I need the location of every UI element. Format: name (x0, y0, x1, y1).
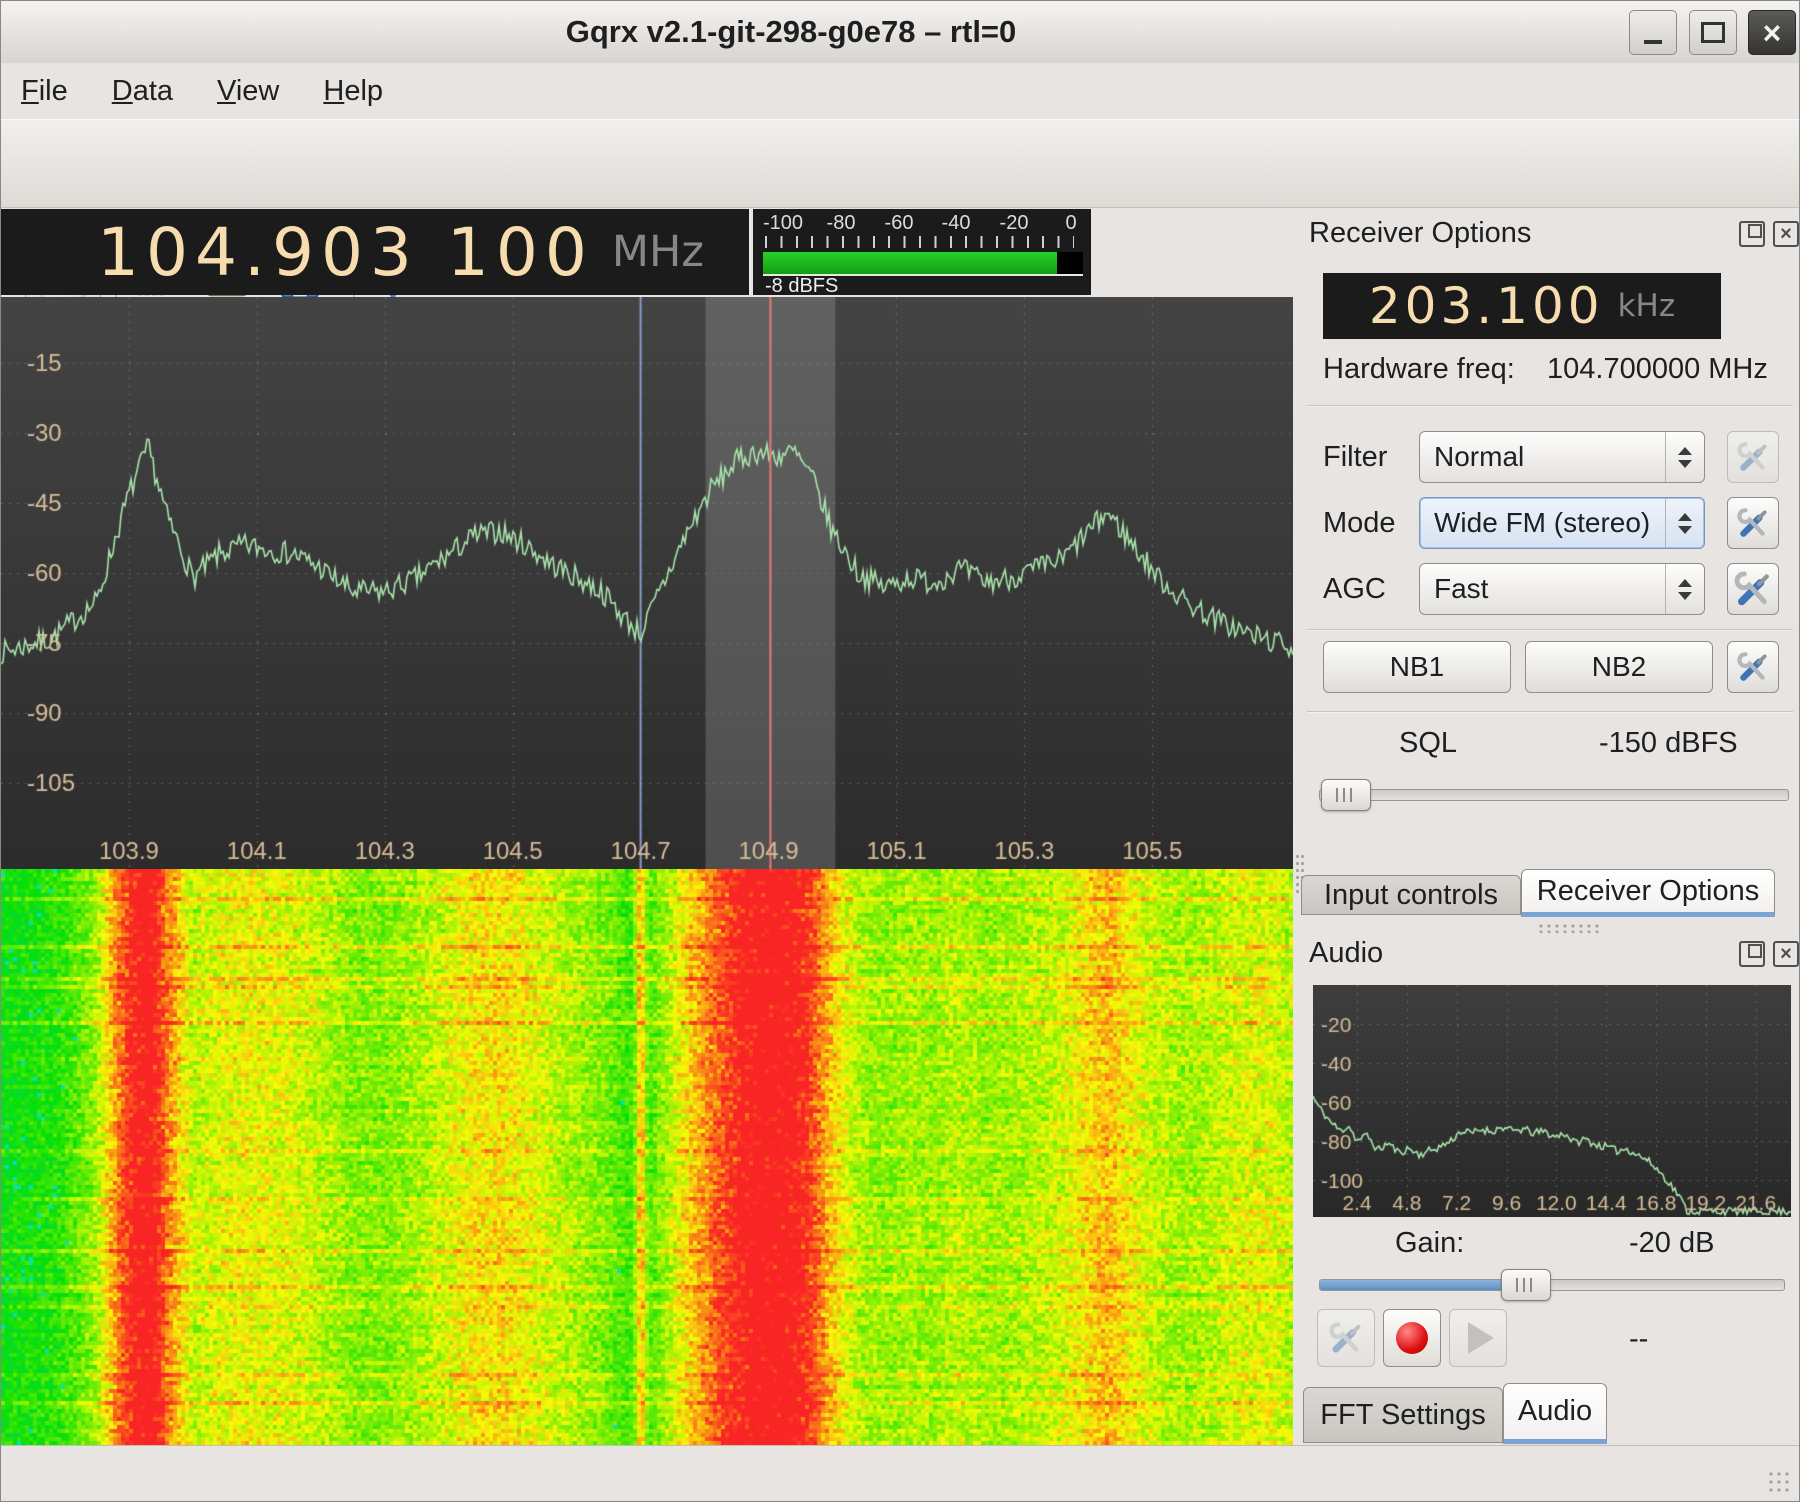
minimize-button[interactable] (1629, 10, 1677, 55)
frequency-digits[interactable]: 104.903 100 (97, 214, 594, 291)
agc-combo[interactable]: Fast (1419, 563, 1705, 615)
mode-combo-value: Wide FM (stereo) (1420, 507, 1665, 539)
menu-bar: File Data View Help (1, 63, 1800, 119)
meter-bar (763, 252, 1083, 276)
agc-label: AGC (1323, 573, 1386, 606)
tools-icon (1733, 569, 1773, 609)
recorder-status: -- (1629, 1323, 1648, 1356)
filter-width-unit: kHz (1618, 288, 1676, 324)
combo-arrows-icon (1665, 432, 1704, 482)
tools-icon (1736, 650, 1770, 684)
tab-audio[interactable]: Audio (1503, 1383, 1607, 1444)
gqrx-window: Gqrx v2.1-git-298-g0e78 – rtl=0 × File D… (0, 0, 1800, 1502)
tab-label: FFT Settings (1320, 1399, 1485, 1432)
dock-close-icon[interactable] (1773, 941, 1799, 967)
sql-slider-groove[interactable] (1319, 789, 1789, 801)
dock-float-icon[interactable] (1739, 221, 1765, 247)
agc-options-button[interactable] (1727, 563, 1779, 615)
nb1-button[interactable]: NB1 (1323, 641, 1511, 693)
resize-grip[interactable] (1767, 1470, 1793, 1496)
close-button[interactable]: × (1748, 10, 1796, 55)
sql-slider[interactable] (1319, 779, 1789, 809)
combo-arrows-icon (1665, 564, 1704, 614)
filter-combo-value: Normal (1420, 441, 1665, 473)
tools-icon (1736, 506, 1770, 540)
minimize-icon (1644, 40, 1662, 44)
dock-float-icon[interactable] (1739, 941, 1765, 967)
meter-tick-label: -60 (885, 212, 914, 235)
nb1-label: NB1 (1390, 651, 1444, 683)
mode-combo[interactable]: Wide FM (stereo) (1419, 497, 1705, 549)
sql-label: SQL (1399, 727, 1457, 760)
spectrum-plot[interactable] (1, 297, 1293, 869)
tab-label: Audio (1518, 1395, 1592, 1428)
meter-tick-label: -100 (763, 212, 803, 235)
menu-view[interactable]: View (217, 75, 279, 108)
tab-input-controls[interactable]: Input controls (1301, 875, 1521, 915)
tab-fft-settings[interactable]: FFT Settings (1303, 1387, 1503, 1443)
meter-level-fill (763, 252, 1057, 274)
filter-tools-button (1727, 431, 1779, 483)
gain-value: -20 dB (1629, 1227, 1714, 1260)
tab-receiver-options[interactable]: Receiver Options (1521, 869, 1775, 917)
filter-width-display[interactable]: 203.100 kHz (1323, 273, 1721, 339)
frequency-display[interactable]: 104.903 100 MHz (1, 209, 749, 295)
meter-tick-label: -40 (942, 212, 971, 235)
toolbar (1, 119, 1800, 208)
receiver-options-title: Receiver Options (1309, 217, 1531, 250)
tools-icon (1328, 1320, 1364, 1356)
meter-tick-label: -20 (1000, 212, 1029, 235)
window-title: Gqrx v2.1-git-298-g0e78 – rtl=0 (1, 1, 1581, 63)
tools-icon (1736, 440, 1770, 474)
gain-slider-handle[interactable] (1501, 1269, 1551, 1301)
combo-arrows-icon (1665, 498, 1704, 548)
signal-strength-meter: -100 -80 -60 -40 -20 0 -8 dBFS (753, 209, 1091, 295)
frequency-unit: MHz (612, 227, 704, 277)
filter-width-digits[interactable]: 203.100 (1369, 277, 1604, 335)
waterfall-display[interactable] (1, 869, 1293, 1445)
meter-level-text: -8 dBFS (765, 275, 838, 298)
separator (1307, 405, 1793, 407)
record-icon (1396, 1322, 1428, 1354)
gain-slider[interactable] (1319, 1269, 1785, 1299)
close-icon: × (1763, 17, 1782, 49)
title-bar[interactable]: Gqrx v2.1-git-298-g0e78 – rtl=0 × (1, 1, 1800, 64)
separator (1307, 711, 1793, 713)
status-bar (1, 1445, 1800, 1502)
meter-tick-label: -80 (827, 212, 856, 235)
tab-label: Input controls (1324, 879, 1498, 912)
gain-slider-fill (1320, 1280, 1524, 1290)
gain-slider-groove[interactable] (1319, 1279, 1785, 1291)
maximize-icon (1701, 22, 1725, 43)
mode-label: Mode (1323, 507, 1396, 540)
filter-combo[interactable]: Normal (1419, 431, 1705, 483)
agc-combo-value: Fast (1420, 573, 1665, 605)
hardware-freq-value: 104.700000 MHz (1547, 353, 1768, 386)
meter-tick-label: 0 (1065, 212, 1076, 235)
menu-file[interactable]: File (21, 75, 68, 108)
hardware-freq-label: Hardware freq: (1323, 353, 1515, 386)
tab-label: Receiver Options (1537, 875, 1759, 908)
audio-panel-title: Audio (1309, 937, 1383, 970)
sql-value: -150 dBFS (1599, 727, 1738, 760)
gain-label: Gain: (1395, 1227, 1464, 1260)
separator (1307, 629, 1793, 631)
audio-record-button[interactable] (1383, 1309, 1441, 1367)
nb-options-button[interactable] (1727, 641, 1779, 693)
meter-tick-marks (765, 236, 1074, 248)
audio-options-button (1317, 1309, 1375, 1367)
audio-play-button (1449, 1309, 1507, 1367)
maximize-button[interactable] (1689, 10, 1737, 55)
menu-data[interactable]: Data (112, 75, 173, 108)
mode-options-button[interactable] (1727, 497, 1779, 549)
audio-fft-plot (1313, 985, 1791, 1217)
sql-slider-handle[interactable] (1321, 779, 1371, 811)
dock-close-icon[interactable] (1773, 221, 1799, 247)
nb2-label: NB2 (1592, 651, 1646, 683)
nb2-button[interactable]: NB2 (1525, 641, 1713, 693)
play-icon (1468, 1322, 1494, 1354)
tab-bar-grip[interactable] (1537, 923, 1601, 933)
filter-label: Filter (1323, 441, 1387, 474)
menu-help[interactable]: Help (323, 75, 383, 108)
